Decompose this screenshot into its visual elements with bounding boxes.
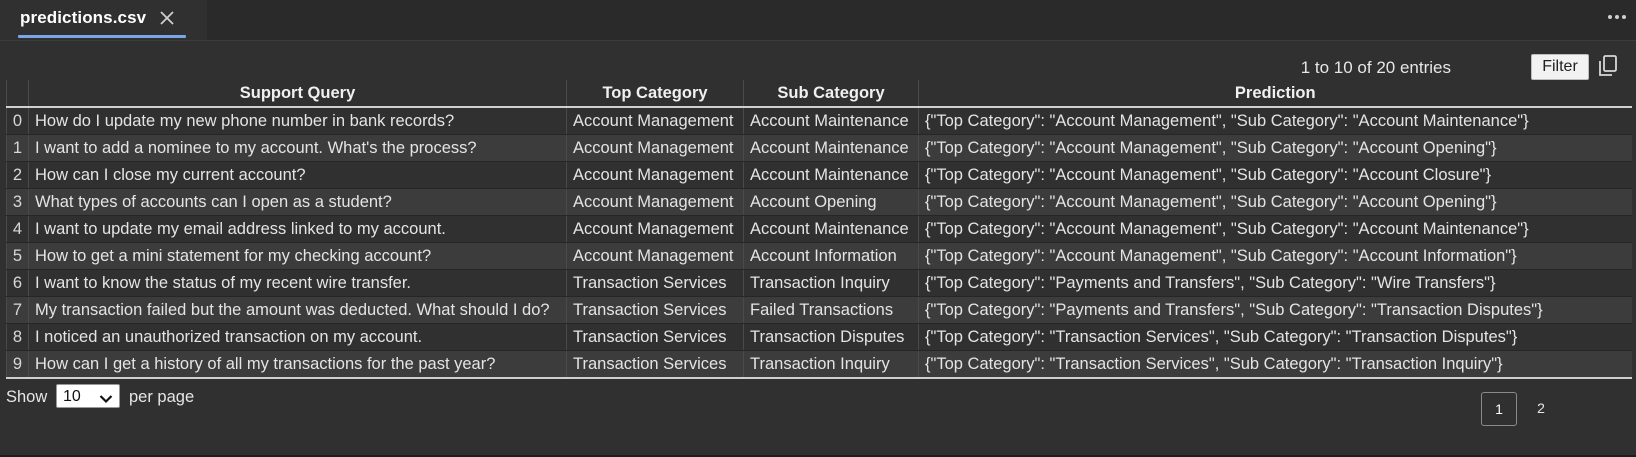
data-table-container: Support Query Top Category Sub Category …: [6, 80, 1632, 379]
cell-top-category: Account Management: [566, 242, 744, 270]
row-index: 0: [6, 107, 29, 135]
column-header-sub-category[interactable]: Sub Category: [743, 80, 919, 108]
table-toolbar: 1 to 10 of 20 entries Filter: [0, 52, 1636, 82]
active-tab-indicator: [18, 35, 186, 38]
table-header-row: Support Query Top Category Sub Category …: [6, 80, 1632, 108]
cell-sub-category: Account Maintenance: [743, 215, 919, 243]
table-row[interactable]: 2 How can I close my current account? Acco…: [6, 161, 1632, 189]
row-index: 6: [6, 269, 29, 297]
cell-prediction: {"Top Category": "Payments and Transfers…: [918, 296, 1632, 324]
cell-support-query: How do I update my new phone number in b…: [28, 107, 567, 135]
row-index: 7: [6, 296, 29, 324]
page-button-2[interactable]: 2: [1523, 392, 1559, 426]
table-row[interactable]: 9 How can I get a history of all my trans…: [6, 350, 1632, 379]
tab-label: predictions.csv: [20, 8, 147, 27]
cell-support-query: I want to know the status of my recent w…: [28, 269, 567, 297]
chevron-down-icon: [99, 391, 113, 404]
cell-prediction: {"Top Category": "Payments and Transfers…: [918, 269, 1632, 297]
tab-bar: predictions.csv: [0, 0, 1636, 41]
show-label: Show: [6, 388, 48, 406]
copy-icon[interactable]: [1597, 54, 1619, 78]
cell-top-category: Transaction Services: [566, 296, 744, 324]
data-table: Support Query Top Category Sub Category …: [6, 80, 1632, 379]
cell-prediction: {"Top Category": "Account Management", "…: [918, 188, 1632, 216]
row-index: 8: [6, 323, 29, 351]
page-button-1[interactable]: 1: [1481, 392, 1517, 426]
cell-top-category: Account Management: [566, 134, 744, 162]
entries-info: 1 to 10 of 20 entries: [1300, 58, 1451, 77]
table-row[interactable]: 7 My transaction failed but the amount wa…: [6, 296, 1632, 324]
table-row[interactable]: 8I noticed an unauthorized transaction o…: [6, 323, 1632, 351]
cell-prediction: {"Top Category": "Transaction Services",…: [918, 323, 1632, 351]
cell-sub-category: Account Maintenance: [743, 161, 919, 189]
per-page-select[interactable]: 10: [56, 384, 120, 408]
column-header-index[interactable]: [6, 80, 29, 108]
cell-support-query: How can I close my current account?: [28, 161, 567, 189]
tab-predictions-csv[interactable]: predictions.csv: [0, 0, 207, 40]
column-header-top-category[interactable]: Top Category: [566, 80, 744, 108]
per-page-label: per page: [129, 388, 195, 406]
table-row[interactable]: 4I want to update my email address linke…: [6, 215, 1632, 243]
cell-sub-category: Transaction Inquiry: [743, 350, 919, 379]
row-index: 1: [6, 134, 29, 162]
cell-top-category: Account Management: [566, 161, 744, 189]
close-icon[interactable]: [157, 7, 177, 29]
cell-support-query: How can I get a history of all my transa…: [28, 350, 567, 379]
cell-sub-category: Account Opening: [743, 188, 919, 216]
cell-prediction: {"Top Category": "Account Management", "…: [918, 134, 1632, 162]
row-index: 9: [6, 350, 29, 379]
cell-prediction: {"Top Category": "Account Management", "…: [918, 242, 1632, 270]
table-row[interactable]: 1I want to add a nominee to my account. …: [6, 134, 1632, 162]
cell-top-category: Account Management: [566, 215, 744, 243]
row-index: 2: [6, 161, 29, 189]
table-footer: Show 10 per page 1 2: [6, 382, 1631, 426]
cell-prediction: {"Top Category": "Account Management", "…: [918, 107, 1632, 135]
cell-top-category: Account Management: [566, 107, 744, 135]
cell-support-query: I noticed an unauthorized transaction on…: [28, 323, 567, 351]
cell-top-category: Account Management: [566, 188, 744, 216]
cell-sub-category: Account Maintenance: [743, 107, 919, 135]
table-row[interactable]: 0 How do I update my new phone number in …: [6, 107, 1632, 135]
per-page-value: 10: [63, 388, 81, 405]
cell-top-category: Transaction Services: [566, 323, 744, 351]
more-horizontal-icon[interactable]: [1604, 6, 1630, 28]
row-index: 5: [6, 242, 29, 270]
cell-sub-category: Account Information: [743, 242, 919, 270]
cell-support-query: How to get a mini statement for my check…: [28, 242, 567, 270]
cell-sub-category: Account Maintenance: [743, 134, 919, 162]
cell-top-category: Transaction Services: [566, 269, 744, 297]
table-row[interactable]: 6I want to know the status of my recent …: [6, 269, 1632, 297]
cell-prediction: {"Top Category": "Account Management", "…: [918, 215, 1632, 243]
table-row[interactable]: 3 What types of accounts can I open as a …: [6, 188, 1632, 216]
table-row[interactable]: 5 How to get a mini statement for my chec…: [6, 242, 1632, 270]
cell-sub-category: Failed Transactions: [743, 296, 919, 324]
cell-support-query: My transaction failed but the amount was…: [28, 296, 567, 324]
column-header-prediction[interactable]: Prediction: [918, 80, 1632, 108]
filter-button[interactable]: Filter: [1531, 54, 1589, 80]
cell-top-category: Transaction Services: [566, 350, 744, 379]
row-index: 4: [6, 215, 29, 243]
column-header-support-query[interactable]: Support Query: [28, 80, 567, 108]
row-index: 3: [6, 188, 29, 216]
cell-prediction: {"Top Category": "Account Management", "…: [918, 161, 1632, 189]
cell-prediction: {"Top Category": "Transaction Services",…: [918, 350, 1632, 379]
cell-sub-category: Transaction Disputes: [743, 323, 919, 351]
cell-support-query: I want to update my email address linked…: [28, 215, 567, 243]
cell-support-query: I want to add a nominee to my account. W…: [28, 134, 567, 162]
cell-support-query: What types of accounts can I open as a s…: [28, 188, 567, 216]
cell-sub-category: Transaction Inquiry: [743, 269, 919, 297]
